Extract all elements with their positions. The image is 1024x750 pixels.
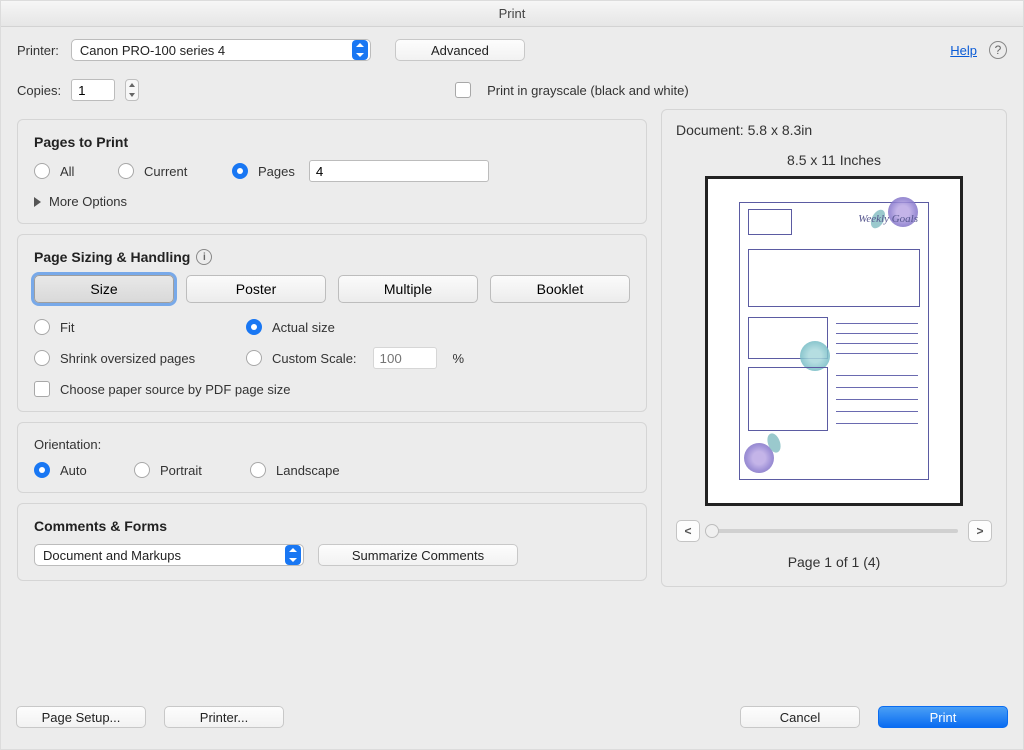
page-slider[interactable] — [710, 529, 958, 533]
label-shrink: Shrink oversized pages — [60, 351, 236, 366]
sizing-tabs: Size Poster Multiple Booklet — [34, 275, 630, 303]
copies-stepper[interactable] — [125, 79, 139, 101]
radio-actual[interactable] — [246, 319, 262, 335]
sizing-title: Page Sizing & Handling — [34, 249, 190, 265]
radio-pages[interactable] — [232, 163, 248, 179]
copies-label: Copies: — [17, 83, 61, 98]
chevron-updown-icon — [352, 40, 368, 60]
preview-panel: Document: 5.8 x 8.3in 8.5 x 11 Inches We… — [661, 109, 1007, 587]
copies-input[interactable] — [71, 79, 115, 101]
label-current: Current — [144, 164, 222, 179]
slider-thumb[interactable] — [705, 524, 719, 538]
label-all: All — [60, 164, 108, 179]
tab-poster[interactable]: Poster — [186, 275, 326, 303]
preview-title-a: Weekly — [858, 213, 889, 225]
next-page-button[interactable]: > — [968, 520, 992, 542]
tab-multiple[interactable]: Multiple — [338, 275, 478, 303]
chevron-updown-icon — [285, 545, 301, 565]
paper-source-label: Choose paper source by PDF page size — [60, 382, 291, 397]
help-icon[interactable]: ? — [989, 41, 1007, 59]
label-pages: Pages — [258, 164, 295, 179]
page-setup-button[interactable]: Page Setup... — [16, 706, 146, 728]
prev-page-button[interactable]: < — [676, 520, 700, 542]
orientation-panel: Orientation: Auto Portrait Landscape — [17, 422, 647, 493]
radio-landscape[interactable] — [250, 462, 266, 478]
label-auto: Auto — [60, 463, 124, 478]
paper-source-checkbox[interactable] — [34, 381, 50, 397]
radio-fit[interactable] — [34, 319, 50, 335]
grayscale-checkbox[interactable] — [455, 82, 471, 98]
label-portrait: Portrait — [160, 463, 240, 478]
radio-custom[interactable] — [246, 350, 262, 366]
printer-select-value: Canon PRO-100 series 4 — [80, 43, 225, 58]
comments-select-value: Document and Markups — [43, 548, 181, 563]
paper-size-label: 8.5 x 11 Inches — [676, 152, 992, 168]
help-link[interactable]: Help — [950, 43, 977, 58]
info-icon[interactable]: i — [196, 249, 212, 265]
label-actual: Actual size — [272, 320, 335, 335]
pages-title: Pages to Print — [34, 134, 630, 150]
radio-all[interactable] — [34, 163, 50, 179]
orientation-title: Orientation: — [34, 437, 630, 452]
page-status: Page 1 of 1 (4) — [676, 554, 992, 570]
disclosure-icon[interactable] — [34, 197, 41, 207]
printer-button[interactable]: Printer... — [164, 706, 284, 728]
cancel-button[interactable]: Cancel — [740, 706, 860, 728]
comments-select[interactable]: Document and Markups — [34, 544, 304, 566]
tab-size[interactable]: Size — [34, 275, 174, 303]
paper-preview: Weekly Goals — [705, 176, 963, 506]
advanced-button[interactable]: Advanced — [395, 39, 525, 61]
label-fit: Fit — [60, 320, 236, 335]
document-preview: Weekly Goals — [739, 202, 929, 480]
window-title: Print — [1, 1, 1023, 27]
label-landscape: Landscape — [276, 463, 340, 478]
sizing-panel: Page Sizing & Handling i Size Poster Mul… — [17, 234, 647, 412]
comments-title: Comments & Forms — [34, 518, 630, 534]
print-button[interactable]: Print — [878, 706, 1008, 728]
percent-label: % — [453, 351, 465, 366]
page-range-input[interactable] — [309, 160, 489, 182]
pages-to-print-panel: Pages to Print All Current Pages More Op… — [17, 119, 647, 224]
summarize-comments-button[interactable]: Summarize Comments — [318, 544, 518, 566]
comments-panel: Comments & Forms Document and Markups Su… — [17, 503, 647, 581]
tab-booklet[interactable]: Booklet — [490, 275, 630, 303]
label-custom: Custom Scale: — [272, 351, 357, 366]
radio-current[interactable] — [118, 163, 134, 179]
preview-title-b: Goals — [892, 213, 918, 225]
radio-auto[interactable] — [34, 462, 50, 478]
radio-shrink[interactable] — [34, 350, 50, 366]
radio-portrait[interactable] — [134, 462, 150, 478]
printer-label: Printer: — [17, 43, 59, 58]
printer-select[interactable]: Canon PRO-100 series 4 — [71, 39, 371, 61]
grayscale-label: Print in grayscale (black and white) — [487, 83, 689, 98]
more-options[interactable]: More Options — [49, 194, 127, 209]
doc-size-label: Document: 5.8 x 8.3in — [676, 122, 992, 138]
custom-scale-input[interactable] — [373, 347, 437, 369]
